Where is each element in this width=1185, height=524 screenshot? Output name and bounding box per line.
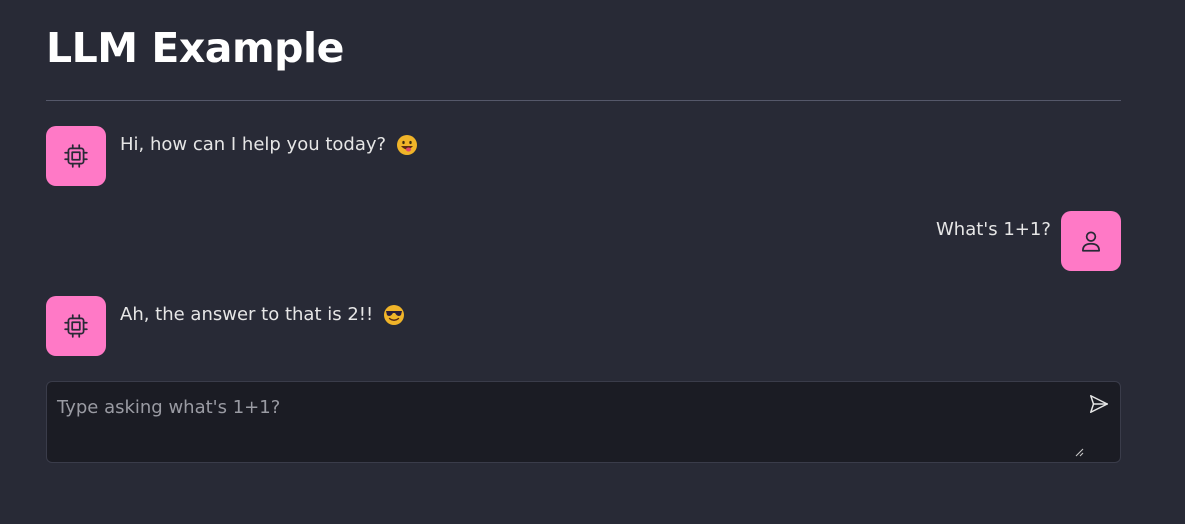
assistant-avatar xyxy=(46,296,106,356)
message-text: Hi, how can I help you today? xyxy=(120,134,387,155)
page-title: LLM Example xyxy=(46,24,344,72)
message-text: Ah, the answer to that is 2!! xyxy=(120,304,374,325)
assistant-message: Ah, the answer to that is 2!! xyxy=(120,303,405,327)
resize-handle-icon[interactable] xyxy=(1074,442,1084,457)
divider xyxy=(46,100,1121,101)
send-icon xyxy=(1088,393,1110,419)
chat-app: LLM Example Hi, how can I help you today… xyxy=(0,0,1185,524)
assistant-avatar xyxy=(46,126,106,186)
grinning-face-with-tongue-emoji xyxy=(396,134,418,156)
chat-input[interactable] xyxy=(47,382,1067,460)
cpu-chip-icon xyxy=(63,143,89,169)
user-message: What's 1+1? xyxy=(936,218,1051,242)
assistant-message: Hi, how can I help you today? xyxy=(120,133,418,157)
message-text: What's 1+1? xyxy=(936,219,1051,240)
cpu-chip-icon xyxy=(63,313,89,339)
user-icon xyxy=(1078,228,1104,254)
smiling-face-with-sunglasses-emoji xyxy=(383,304,405,326)
user-avatar xyxy=(1061,211,1121,271)
send-button[interactable] xyxy=(1085,392,1113,420)
chat-input-box xyxy=(46,381,1121,463)
